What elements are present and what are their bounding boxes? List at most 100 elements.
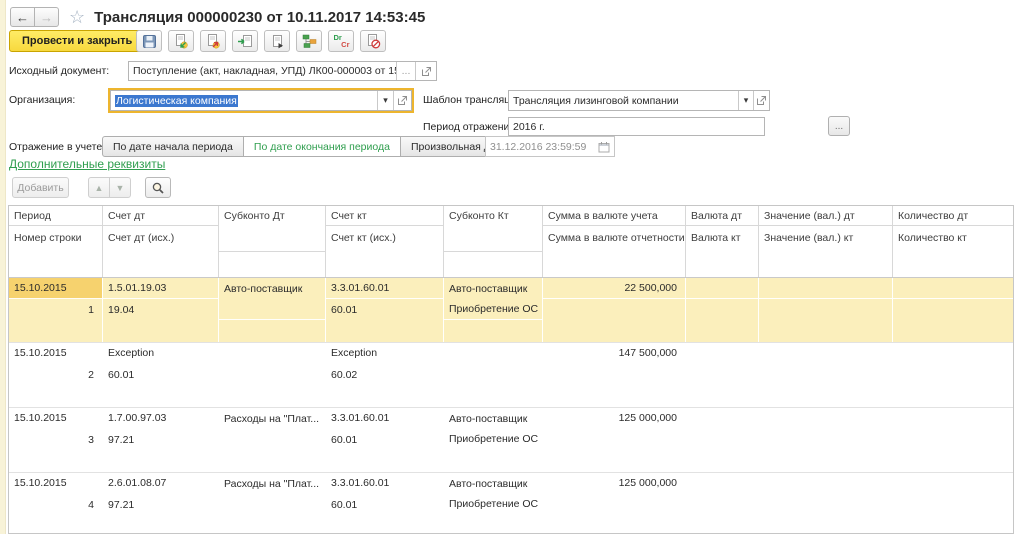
cell-period[interactable]: 15.10.20151 bbox=[9, 278, 103, 342]
cell-account-dt[interactable]: 2.6.01.08.0797.21 bbox=[103, 473, 219, 534]
cell-subconto-kt[interactable] bbox=[444, 343, 543, 407]
forward-button[interactable]: → bbox=[34, 7, 59, 27]
cell-account-kt[interactable]: 3.3.01.60.0160.01 bbox=[326, 408, 444, 472]
reflection-date-value: 31.12.2016 23:59:59 bbox=[490, 141, 586, 153]
column-account-kt[interactable]: Счет кт Счет кт (исх.) bbox=[326, 206, 444, 277]
magnifier-icon bbox=[151, 181, 165, 195]
reflection-period-value[interactable]: 2016 г. bbox=[509, 118, 764, 135]
open-link-icon bbox=[397, 95, 408, 106]
cell-currency-value[interactable] bbox=[759, 408, 893, 472]
cell-quantity[interactable] bbox=[893, 278, 1013, 342]
table-row[interactable]: 15.10.20152Exception60.01 Exception60.02 1… bbox=[9, 343, 1013, 408]
column-quantity[interactable]: Количество дт Количество кт bbox=[893, 206, 1013, 277]
translation-template-value[interactable]: Трансляция лизинговой компании bbox=[509, 91, 738, 110]
post-and-close-button[interactable]: Провести и закрыть bbox=[9, 30, 145, 52]
post-document-button[interactable] bbox=[168, 30, 194, 52]
toggle-period-start-date[interactable]: По дате начала периода bbox=[102, 136, 244, 157]
document-movements-button[interactable] bbox=[264, 30, 290, 52]
cell-account-kt[interactable]: 3.3.01.60.0160.01 bbox=[326, 473, 444, 534]
organization-value[interactable]: Логистическая компания bbox=[111, 91, 377, 110]
cell-amount[interactable]: 147 500,000 bbox=[543, 343, 686, 407]
deletion-mark-button[interactable] bbox=[360, 30, 386, 52]
cell-subconto-dt[interactable]: Расходы на "Плат... bbox=[219, 408, 326, 472]
subordination-structure-icon bbox=[302, 34, 317, 49]
column-subconto-dt[interactable]: Субконто Дт bbox=[219, 206, 326, 277]
cell-amount[interactable]: 125 000,000 bbox=[543, 408, 686, 472]
cell-quantity[interactable] bbox=[893, 343, 1013, 407]
deletion-mark-icon bbox=[366, 34, 381, 49]
reflection-period-more-button[interactable]: ... bbox=[828, 116, 850, 136]
chevron-down-icon: ▾ bbox=[383, 95, 388, 106]
cell-account-dt[interactable]: Exception60.01 bbox=[103, 343, 219, 407]
cell-account-kt[interactable]: 3.3.01.60.0160.01 bbox=[326, 278, 444, 342]
cell-currency-value[interactable] bbox=[759, 473, 893, 534]
cell-subconto-kt[interactable]: Авто-поставщикПриобретение ОС bbox=[444, 278, 543, 342]
cell-currency-value[interactable] bbox=[759, 343, 893, 407]
organization-dropdown-button[interactable]: ▾ bbox=[377, 91, 393, 110]
cell-currency-value[interactable] bbox=[759, 278, 893, 342]
column-account-dt[interactable]: Счет дт Счет дт (исх.) bbox=[103, 206, 219, 277]
favorite-star-icon[interactable]: ☆ bbox=[69, 7, 85, 27]
chevron-down-icon: ▾ bbox=[744, 95, 749, 106]
table-body: 15.10.201511.5.01.19.0319.04Авто-поставщ… bbox=[9, 278, 1013, 534]
cell-period[interactable]: 15.10.20154 bbox=[9, 473, 103, 534]
open-link-icon bbox=[421, 66, 432, 77]
cancel-posting-button[interactable] bbox=[200, 30, 226, 52]
cell-currency[interactable] bbox=[686, 343, 759, 407]
cell-currency[interactable] bbox=[686, 473, 759, 534]
add-row-button: Добавить bbox=[12, 177, 69, 198]
cell-amount[interactable]: 22 500,000 bbox=[543, 278, 686, 342]
save-button[interactable] bbox=[136, 30, 162, 52]
cell-account-dt[interactable]: 1.5.01.19.0319.04 bbox=[103, 278, 219, 342]
source-document-field[interactable]: Поступление (акт, накладная, УПД) ЛК00-0… bbox=[128, 61, 437, 81]
cell-quantity[interactable] bbox=[893, 473, 1013, 534]
source-document-value[interactable]: Поступление (акт, накладная, УПД) ЛК00-0… bbox=[129, 62, 396, 80]
move-row-up-button: ▲ bbox=[88, 177, 110, 198]
table-header: Период Номер строки Счет дт Счет дт (исх… bbox=[9, 206, 1013, 278]
cell-period[interactable]: 15.10.20153 bbox=[9, 408, 103, 472]
source-document-open-button[interactable] bbox=[415, 62, 436, 80]
dr-cr-icon: DrCr bbox=[334, 34, 349, 48]
subordination-structure-button[interactable] bbox=[296, 30, 322, 52]
cell-subconto-dt[interactable]: Расходы на "Плат... bbox=[219, 473, 326, 534]
post-document-icon bbox=[174, 34, 189, 49]
cell-account-dt[interactable]: 1.7.00.97.0397.21 bbox=[103, 408, 219, 472]
create-based-on-button[interactable] bbox=[232, 30, 258, 52]
toggle-period-end-date[interactable]: По дате окончания периода bbox=[243, 136, 401, 157]
back-arrow-icon: ← bbox=[16, 10, 29, 25]
column-period[interactable]: Период Номер строки bbox=[9, 206, 103, 277]
column-currency-value[interactable]: Значение (вал.) дт Значение (вал.) кт bbox=[759, 206, 893, 277]
cell-subconto-dt[interactable]: Авто-поставщик bbox=[219, 278, 326, 342]
calendar-icon bbox=[598, 141, 610, 153]
cell-quantity[interactable] bbox=[893, 408, 1013, 472]
accounting-reflection-label: Отражение в учете: bbox=[9, 141, 105, 153]
cell-subconto-kt[interactable]: Авто-поставщикПриобретение ОС bbox=[444, 473, 543, 534]
arrow-up-icon: ▲ bbox=[95, 183, 104, 193]
search-button[interactable] bbox=[145, 177, 171, 198]
table-row[interactable]: 15.10.201542.6.01.08.0797.21Расходы на "… bbox=[9, 473, 1013, 534]
command-icon-bar: DrCr bbox=[136, 30, 386, 52]
translation-template-open-button[interactable] bbox=[753, 91, 769, 110]
additional-attributes-link[interactable]: Дополнительные реквизиты bbox=[9, 157, 165, 171]
translation-template-dropdown-button[interactable]: ▾ bbox=[738, 91, 753, 110]
cell-subconto-dt[interactable] bbox=[219, 343, 326, 407]
cell-currency[interactable] bbox=[686, 278, 759, 342]
cell-subconto-kt[interactable]: Авто-поставщикПриобретение ОС bbox=[444, 408, 543, 472]
column-subconto-kt[interactable]: Субконто Кт bbox=[444, 206, 543, 277]
cell-amount[interactable]: 125 000,000 bbox=[543, 473, 686, 534]
move-row-buttons: ▲ ▼ bbox=[88, 177, 131, 198]
reflection-period-field[interactable]: 2016 г. bbox=[508, 117, 765, 136]
organization-field[interactable]: Логистическая компания ▾ bbox=[110, 90, 412, 111]
source-document-label: Исходный документ: bbox=[9, 65, 109, 77]
column-amount[interactable]: Сумма в валюте учета Сумма в валюте отче… bbox=[543, 206, 686, 277]
cell-period[interactable]: 15.10.20152 bbox=[9, 343, 103, 407]
table-row[interactable]: 15.10.201511.5.01.19.0319.04Авто-поставщ… bbox=[9, 278, 1013, 343]
column-currency[interactable]: Валюта дт Валюта кт bbox=[686, 206, 759, 277]
back-button[interactable]: ← bbox=[10, 7, 35, 27]
table-row[interactable]: 15.10.201531.7.00.97.0397.21Расходы на "… bbox=[9, 408, 1013, 473]
dr-cr-postings-button[interactable]: DrCr bbox=[328, 30, 354, 52]
cell-currency[interactable] bbox=[686, 408, 759, 472]
cell-account-kt[interactable]: Exception60.02 bbox=[326, 343, 444, 407]
organization-open-button[interactable] bbox=[393, 91, 411, 110]
translation-template-field[interactable]: Трансляция лизинговой компании ▾ bbox=[508, 90, 770, 111]
